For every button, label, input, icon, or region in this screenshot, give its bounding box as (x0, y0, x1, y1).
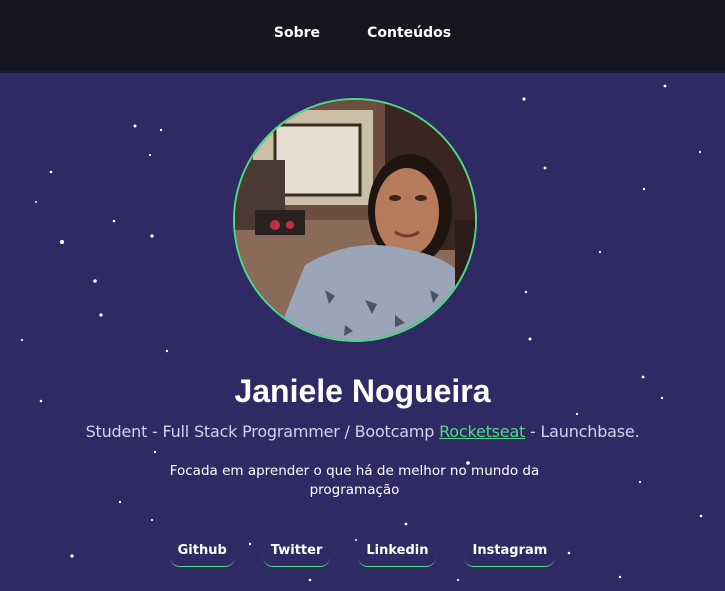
twitter-link[interactable]: Twitter (262, 543, 331, 567)
linkedin-link[interactable]: Linkedin (358, 543, 437, 567)
profile-name: Janiele Nogueira (234, 373, 491, 409)
social-links: Github Twitter Linkedin Instagram (0, 543, 725, 567)
role-prefix: Student - Full Stack Programmer / Bootca… (85, 422, 440, 441)
nav-item-sobre[interactable]: Sobre (274, 25, 320, 41)
profile-role: Student - Full Stack Programmer / Bootca… (0, 422, 725, 441)
top-nav-bar: Sobre Conteúdos (0, 0, 725, 73)
avatar-photo (235, 100, 475, 340)
profile-avatar (233, 98, 477, 342)
github-link[interactable]: Github (169, 543, 235, 567)
instagram-link[interactable]: Instagram (464, 543, 556, 567)
rocketseat-link[interactable]: Rocketseat (439, 422, 525, 441)
main-nav: Sobre Conteúdos (253, 25, 472, 45)
nav-item-conteudos[interactable]: Conteúdos (367, 25, 451, 41)
profile-bio: Focada em aprender o que há de melhor no… (169, 463, 540, 498)
role-suffix: - Launchbase. (525, 422, 640, 441)
